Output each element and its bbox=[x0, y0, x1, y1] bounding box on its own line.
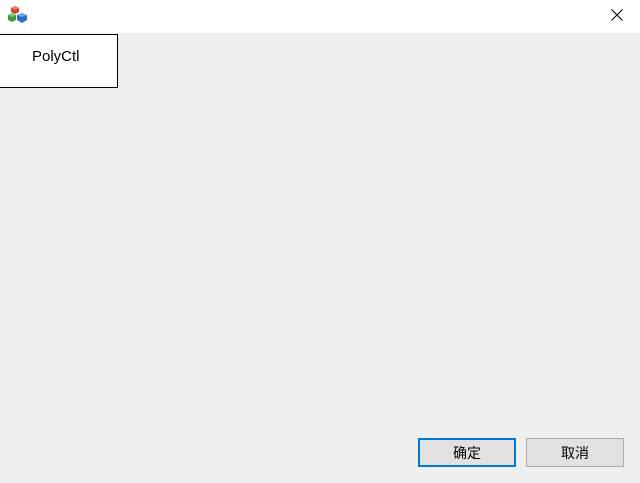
title-bar bbox=[0, 0, 640, 33]
close-icon bbox=[611, 6, 623, 25]
polyctl-label: PolyCtl bbox=[32, 48, 80, 65]
cancel-button-label: 取消 bbox=[561, 445, 589, 462]
ok-button-label: 确定 bbox=[453, 445, 481, 462]
close-button[interactable] bbox=[594, 0, 640, 31]
polyctl-control[interactable]: PolyCtl bbox=[0, 34, 118, 88]
ok-button[interactable]: 确定 bbox=[418, 438, 516, 467]
dialog-client-area: PolyCtl 确定 取消 bbox=[0, 33, 640, 483]
cancel-button[interactable]: 取消 bbox=[526, 438, 624, 467]
app-cubes-icon bbox=[8, 5, 28, 25]
